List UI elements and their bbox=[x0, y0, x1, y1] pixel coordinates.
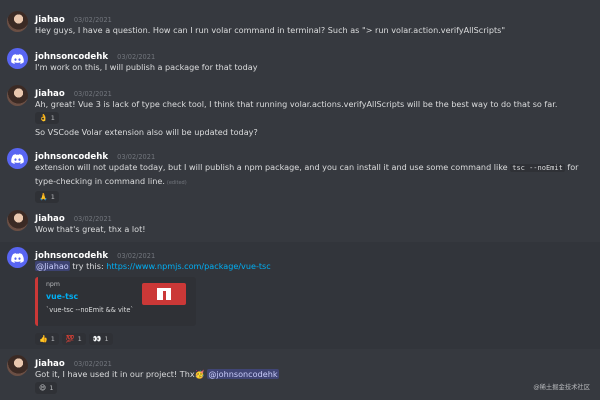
user-avatar[interactable] bbox=[7, 355, 28, 376]
link-embed: npm vue-tsc `vue-tsc --noEmit && vite` bbox=[35, 277, 196, 326]
reaction-count: 1 bbox=[50, 335, 55, 343]
message-text: Ah, great! Vue 3 is lack of type check t… bbox=[35, 99, 558, 109]
message-text: Wow that's great, thx a lot! bbox=[35, 224, 146, 234]
reaction-eyes[interactable]: 👀 1 bbox=[88, 333, 113, 345]
smile-icon: 😄 bbox=[39, 384, 47, 392]
inline-code: tsc --noEmit bbox=[510, 164, 565, 172]
message-text: extension will not update today, but I w… bbox=[35, 161, 592, 189]
discord-avatar-icon[interactable] bbox=[7, 48, 28, 69]
message-text: @Jiahao try this: https://www.npmjs.com/… bbox=[35, 259, 592, 273]
message: johnsoncodehk 03/02/2021 extension will … bbox=[0, 143, 600, 203]
message-text: I'm work on this, I will publish a packa… bbox=[35, 62, 258, 72]
user-avatar[interactable] bbox=[7, 11, 28, 32]
hundred-icon: 💯 bbox=[65, 335, 75, 343]
message: Jiahao 03/02/2021 Hey guys, I have a que… bbox=[0, 6, 600, 40]
message-text: So VSCode Volar extension also will be u… bbox=[35, 127, 258, 137]
message: Jiahao 03/02/2021 Ah, great! Vue 3 is la… bbox=[0, 80, 600, 138]
message: johnsoncodehk 03/02/2021 @Jiahao try thi… bbox=[0, 242, 600, 349]
discord-avatar-icon[interactable] bbox=[7, 148, 28, 169]
message: Jiahao 03/02/2021 Wow that's great, thx … bbox=[0, 205, 600, 239]
reaction-ok-hand[interactable]: 👌 1 bbox=[35, 112, 59, 124]
user-avatar[interactable] bbox=[7, 85, 28, 106]
reaction-count: 1 bbox=[104, 335, 109, 343]
message-text-part: Got it, I have used it in our project! T… bbox=[35, 369, 195, 379]
message: johnsoncodehk 03/02/2021 I'm work on thi… bbox=[0, 43, 600, 77]
reaction-hundred[interactable]: 💯 1 bbox=[61, 333, 86, 345]
npm-logo-icon[interactable] bbox=[142, 283, 186, 305]
embed-description: `vue-tsc --noEmit && vite` bbox=[46, 306, 134, 314]
reaction-pray[interactable]: 🙏 1 bbox=[35, 191, 59, 203]
embed-provider: npm bbox=[46, 281, 60, 288]
user-avatar[interactable] bbox=[7, 210, 28, 231]
user-mention[interactable]: @johnsoncodehk bbox=[207, 369, 279, 379]
reaction-count: 1 bbox=[50, 193, 55, 201]
embed-title-link[interactable]: vue-tsc bbox=[46, 292, 78, 301]
message-text: Got it, I have used it in our project! T… bbox=[35, 367, 592, 381]
partying-face-icon: 🥳 bbox=[194, 369, 205, 379]
watermark: @稀土掘金技术社区 bbox=[533, 384, 590, 391]
user-mention[interactable]: @Jiahao bbox=[35, 261, 70, 271]
message-text-part: try this: bbox=[69, 261, 107, 271]
reaction-count: 1 bbox=[50, 114, 55, 122]
timestamp: 03/02/2021 bbox=[117, 153, 156, 161]
reaction-thumbs-up[interactable]: 👍 1 bbox=[35, 333, 59, 345]
reaction-count: 1 bbox=[49, 384, 54, 392]
reaction-count: 1 bbox=[77, 335, 82, 343]
ok-hand-icon: 👌 bbox=[39, 114, 48, 122]
message-text: Hey guys, I have a question. How can I r… bbox=[35, 25, 506, 35]
discord-avatar-icon[interactable] bbox=[7, 247, 28, 268]
pray-icon: 🙏 bbox=[39, 193, 48, 201]
npm-link[interactable]: https://www.npmjs.com/package/vue-tsc bbox=[106, 261, 270, 271]
message: Jiahao 03/02/2021 Got it, I have used it… bbox=[0, 350, 600, 398]
thumbs-up-icon: 👍 bbox=[39, 335, 48, 343]
eyes-icon: 👀 bbox=[92, 335, 102, 343]
edited-label: (edited) bbox=[166, 179, 187, 186]
reaction-smile[interactable]: 😄 1 bbox=[35, 382, 58, 394]
message-text-part: extension will not update today, but I w… bbox=[35, 162, 511, 172]
